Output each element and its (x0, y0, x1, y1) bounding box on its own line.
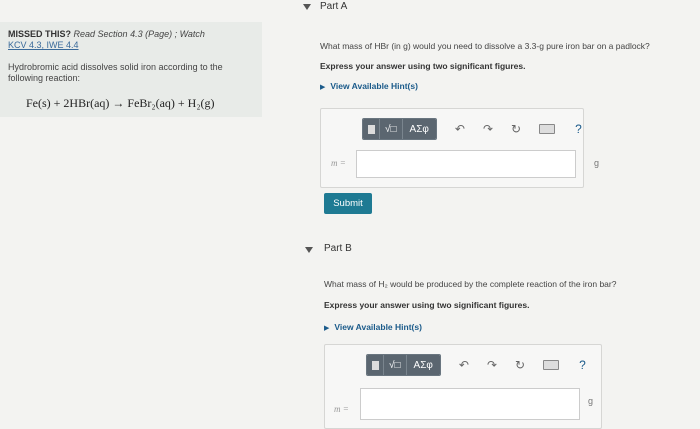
missed-this-text: MISSED THIS? Read Section 4.3 (Page) ; W… (8, 29, 205, 51)
part-a-question: What mass of HBr (in g) would you need t… (320, 41, 650, 51)
part-b-question: What mass of H₂ would be produced by the… (324, 279, 617, 289)
part-b-title[interactable]: Part B (324, 243, 352, 254)
matrix-template-icon[interactable] (363, 119, 379, 139)
redo-icon[interactable]: ↷ (483, 122, 493, 136)
part-a-answer-input[interactable] (356, 150, 576, 178)
expand-triangle-icon: ▶ (320, 84, 326, 91)
part-a-template-buttons: √□ ΑΣφ (362, 118, 437, 140)
reaction-equation: Fe(s) + 2HBr(aq) → FeBr₂(aq) + H₂(g) (26, 96, 215, 110)
matrix-template-icon[interactable] (367, 355, 383, 375)
reset-icon[interactable]: ↻ (511, 122, 521, 136)
part-b-template-buttons: √□ ΑΣφ (366, 354, 441, 376)
root-template-button[interactable]: √□ (379, 119, 402, 139)
kcv-iwe-links[interactable]: KCV 4.3, IWE 4.4 (8, 40, 79, 50)
part-a-variable-label: m = (331, 158, 346, 168)
problem-description: Hydrobromic acid dissolves solid iron ac… (8, 62, 223, 83)
expand-triangle-icon: ▶ (324, 325, 330, 332)
read-section-text: Read Section 4.3 (Page) ; Watch (73, 29, 205, 39)
part-b-instruction: Express your answer using two significan… (324, 300, 530, 310)
reset-icon[interactable]: ↻ (515, 358, 525, 372)
root-template-button[interactable]: √□ (383, 355, 406, 375)
part-a-submit-button[interactable]: Submit (324, 193, 372, 214)
missed-label: MISSED THIS? (8, 29, 72, 39)
part-a-hints-link[interactable]: ▶ View Available Hint(s) (320, 81, 418, 91)
part-a-instruction: Express your answer using two significan… (320, 61, 526, 71)
help-icon[interactable]: ? (575, 122, 582, 136)
part-b-answer-input[interactable] (360, 388, 580, 420)
keyboard-icon[interactable] (539, 124, 556, 134)
undo-icon[interactable]: ↶ (459, 358, 469, 372)
part-b-hints-link[interactable]: ▶ View Available Hint(s) (324, 322, 422, 332)
part-b-math-toolbar: √□ ΑΣφ ↶ ↷ ↻ ? (366, 354, 586, 376)
part-b-unit: g (588, 396, 594, 406)
problem-context-panel: MISSED THIS? Read Section 4.3 (Page) ; W… (0, 22, 262, 117)
undo-icon[interactable]: ↶ (455, 122, 465, 136)
greek-symbols-button[interactable]: ΑΣφ (401, 119, 436, 139)
part-a-math-toolbar: √□ ΑΣφ ↶ ↷ ↻ ? (362, 118, 582, 140)
keyboard-icon[interactable] (543, 360, 560, 370)
part-b-collapse-icon[interactable] (305, 247, 313, 253)
greek-symbols-button[interactable]: ΑΣφ (405, 355, 440, 375)
part-b-variable-label: m = (334, 404, 349, 414)
part-a-title[interactable]: Part A (320, 1, 347, 12)
part-a-unit: g (594, 158, 600, 168)
part-a-collapse-icon[interactable] (303, 4, 311, 10)
redo-icon[interactable]: ↷ (487, 358, 497, 372)
part-b-hints-label: View Available Hint(s) (334, 322, 422, 332)
help-icon[interactable]: ? (579, 358, 586, 372)
part-a-hints-label: View Available Hint(s) (330, 81, 418, 91)
